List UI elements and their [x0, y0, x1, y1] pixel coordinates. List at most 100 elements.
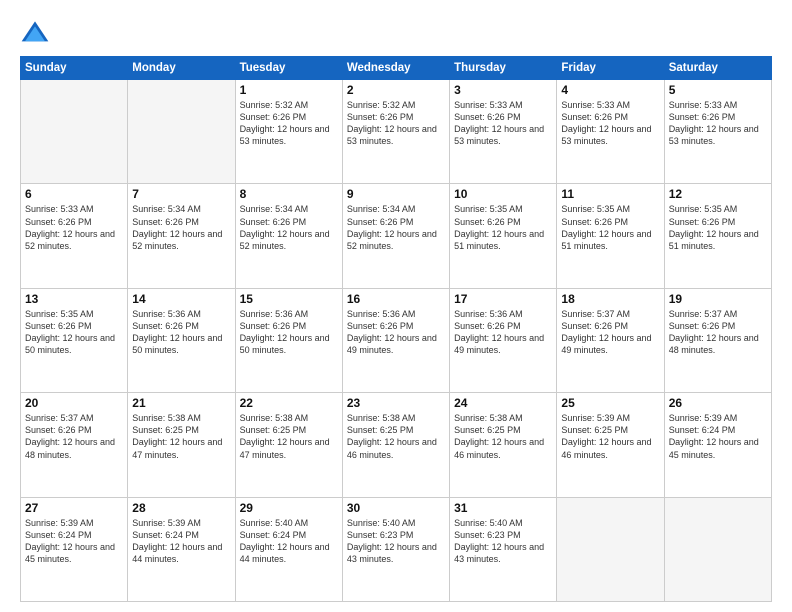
calendar-cell: 24Sunrise: 5:38 AMSunset: 6:25 PMDayligh… — [450, 393, 557, 497]
calendar-cell: 2 Sunrise: 5:32 AMSunset: 6:26 PMDaylight… — [342, 80, 449, 184]
day-number: 16 — [347, 292, 445, 306]
day-number: 30 — [347, 501, 445, 515]
calendar-cell: 29 Sunrise: 5:40 AMSunset: 6:24 PMDayligh… — [235, 497, 342, 601]
cell-text: Sunrise: 5:34 AMSunset: 6:26 PMDaylight:… — [132, 203, 230, 252]
calendar-cell: 9 Sunrise: 5:34 AMSunset: 6:26 PMDaylight… — [342, 184, 449, 288]
week-row-1: 1 Sunrise: 5:32 AMSunset: 6:26 PMDaylight… — [21, 80, 772, 184]
day-number: 1 — [240, 83, 338, 97]
cell-text: Sunrise: 5:33 AMSunset: 6:26 PMDaylight:… — [25, 203, 123, 252]
calendar-cell: 17Sunrise: 5:36 AMSunset: 6:26 PMDayligh… — [450, 288, 557, 392]
calendar-cell: 14 Sunrise: 5:36 AMSunset: 6:26 PMDayligh… — [128, 288, 235, 392]
week-row-5: 27 Sunrise: 5:39 AMSunset: 6:24 PMDayligh… — [21, 497, 772, 601]
calendar-cell: 4 Sunrise: 5:33 AMSunset: 6:26 PMDaylight… — [557, 80, 664, 184]
cell-text: Sunrise: 5:37 AMSunset: 6:26 PMDaylight:… — [561, 308, 659, 357]
logo-icon — [20, 18, 50, 48]
day-number: 20 — [25, 396, 123, 410]
weekday-header-tuesday: Tuesday — [235, 57, 342, 80]
logo — [20, 18, 54, 48]
weekday-header-wednesday: Wednesday — [342, 57, 449, 80]
day-number: 4 — [561, 83, 659, 97]
calendar-cell: 26 Sunrise: 5:39 AMSunset: 6:24 PMDayligh… — [664, 393, 771, 497]
day-number: 21 — [132, 396, 230, 410]
cell-text: Sunrise: 5:36 AMSunset: 6:26 PMDaylight:… — [347, 308, 445, 357]
day-number: 3 — [454, 83, 552, 97]
calendar-table: SundayMondayTuesdayWednesdayThursdayFrid… — [20, 56, 772, 602]
weekday-header-thursday: Thursday — [450, 57, 557, 80]
calendar-cell — [21, 80, 128, 184]
day-number: 18 — [561, 292, 659, 306]
day-number: 7 — [132, 187, 230, 201]
calendar-cell: 11 Sunrise: 5:35 AMSunset: 6:26 PMDayligh… — [557, 184, 664, 288]
cell-text: Sunrise: 5:39 AMSunset: 6:25 PMDaylight:… — [561, 412, 659, 461]
cell-text: Sunrise: 5:35 AMSunset: 6:26 PMDaylight:… — [561, 203, 659, 252]
weekday-header-monday: Monday — [128, 57, 235, 80]
cell-text: Sunrise: 5:40 AMSunset: 6:23 PMDaylight:… — [454, 517, 552, 566]
calendar-cell: 31 Sunrise: 5:40 AMSunset: 6:23 PMDayligh… — [450, 497, 557, 601]
page: SundayMondayTuesdayWednesdayThursdayFrid… — [0, 0, 792, 612]
week-row-3: 13 Sunrise: 5:35 AMSunset: 6:26 PMDayligh… — [21, 288, 772, 392]
cell-text: Sunrise: 5:35 AMSunset: 6:26 PMDaylight:… — [25, 308, 123, 357]
weekday-header-row: SundayMondayTuesdayWednesdayThursdayFrid… — [21, 57, 772, 80]
day-number: 10 — [454, 187, 552, 201]
calendar-cell: 16 Sunrise: 5:36 AMSunset: 6:26 PMDayligh… — [342, 288, 449, 392]
day-number: 23 — [347, 396, 445, 410]
cell-text: Sunrise: 5:38 AMSunset: 6:25 PMDaylight:… — [240, 412, 338, 461]
week-row-4: 20 Sunrise: 5:37 AMSunset: 6:26 PMDayligh… — [21, 393, 772, 497]
day-number: 2 — [347, 83, 445, 97]
week-row-2: 6 Sunrise: 5:33 AMSunset: 6:26 PMDaylight… — [21, 184, 772, 288]
calendar-cell — [128, 80, 235, 184]
calendar-cell: 20 Sunrise: 5:37 AMSunset: 6:26 PMDayligh… — [21, 393, 128, 497]
calendar-cell: 15 Sunrise: 5:36 AMSunset: 6:26 PMDayligh… — [235, 288, 342, 392]
calendar-cell — [664, 497, 771, 601]
calendar-cell: 27 Sunrise: 5:39 AMSunset: 6:24 PMDayligh… — [21, 497, 128, 601]
cell-text: Sunrise: 5:32 AMSunset: 6:26 PMDaylight:… — [347, 99, 445, 148]
weekday-header-sunday: Sunday — [21, 57, 128, 80]
cell-text: Sunrise: 5:36 AMSunset: 6:26 PMDaylight:… — [240, 308, 338, 357]
cell-text: Sunrise: 5:35 AMSunset: 6:26 PMDaylight:… — [669, 203, 767, 252]
day-number: 28 — [132, 501, 230, 515]
cell-text: Sunrise: 5:37 AMSunset: 6:26 PMDaylight:… — [25, 412, 123, 461]
day-number: 6 — [25, 187, 123, 201]
day-number: 14 — [132, 292, 230, 306]
cell-text: Sunrise: 5:39 AMSunset: 6:24 PMDaylight:… — [25, 517, 123, 566]
calendar-cell: 22 Sunrise: 5:38 AMSunset: 6:25 PMDayligh… — [235, 393, 342, 497]
header — [20, 18, 772, 48]
day-number: 19 — [669, 292, 767, 306]
calendar-cell: 10 Sunrise: 5:35 AMSunset: 6:26 PMDayligh… — [450, 184, 557, 288]
calendar-cell: 5 Sunrise: 5:33 AMSunset: 6:26 PMDaylight… — [664, 80, 771, 184]
cell-text: Sunrise: 5:34 AMSunset: 6:26 PMDaylight:… — [347, 203, 445, 252]
cell-text: Sunrise: 5:37 AMSunset: 6:26 PMDaylight:… — [669, 308, 767, 357]
day-number: 31 — [454, 501, 552, 515]
day-number: 26 — [669, 396, 767, 410]
cell-text: Sunrise: 5:33 AMSunset: 6:26 PMDaylight:… — [454, 99, 552, 148]
calendar-cell: 6 Sunrise: 5:33 AMSunset: 6:26 PMDaylight… — [21, 184, 128, 288]
day-number: 29 — [240, 501, 338, 515]
cell-text: Sunrise: 5:40 AMSunset: 6:24 PMDaylight:… — [240, 517, 338, 566]
cell-text: Sunrise: 5:39 AMSunset: 6:24 PMDaylight:… — [669, 412, 767, 461]
weekday-header-friday: Friday — [557, 57, 664, 80]
cell-text: Sunrise: 5:33 AMSunset: 6:26 PMDaylight:… — [561, 99, 659, 148]
day-number: 5 — [669, 83, 767, 97]
day-number: 13 — [25, 292, 123, 306]
cell-text: Sunrise: 5:38 AMSunset: 6:25 PMDaylight:… — [454, 412, 552, 461]
cell-text: Sunrise: 5:35 AMSunset: 6:26 PMDaylight:… — [454, 203, 552, 252]
day-number: 11 — [561, 187, 659, 201]
day-number: 22 — [240, 396, 338, 410]
day-number: 25 — [561, 396, 659, 410]
day-number: 15 — [240, 292, 338, 306]
day-number: 8 — [240, 187, 338, 201]
calendar-cell: 30Sunrise: 5:40 AMSunset: 6:23 PMDayligh… — [342, 497, 449, 601]
calendar-cell: 21Sunrise: 5:38 AMSunset: 6:25 PMDayligh… — [128, 393, 235, 497]
calendar-cell: 18 Sunrise: 5:37 AMSunset: 6:26 PMDayligh… — [557, 288, 664, 392]
calendar-cell: 7 Sunrise: 5:34 AMSunset: 6:26 PMDaylight… — [128, 184, 235, 288]
cell-text: Sunrise: 5:36 AMSunset: 6:26 PMDaylight:… — [132, 308, 230, 357]
calendar-cell: 19 Sunrise: 5:37 AMSunset: 6:26 PMDayligh… — [664, 288, 771, 392]
cell-text: Sunrise: 5:34 AMSunset: 6:26 PMDaylight:… — [240, 203, 338, 252]
day-number: 27 — [25, 501, 123, 515]
calendar-cell: 1 Sunrise: 5:32 AMSunset: 6:26 PMDaylight… — [235, 80, 342, 184]
calendar-cell: 23Sunrise: 5:38 AMSunset: 6:25 PMDayligh… — [342, 393, 449, 497]
cell-text: Sunrise: 5:32 AMSunset: 6:26 PMDaylight:… — [240, 99, 338, 148]
cell-text: Sunrise: 5:36 AMSunset: 6:26 PMDaylight:… — [454, 308, 552, 357]
day-number: 9 — [347, 187, 445, 201]
cell-text: Sunrise: 5:33 AMSunset: 6:26 PMDaylight:… — [669, 99, 767, 148]
